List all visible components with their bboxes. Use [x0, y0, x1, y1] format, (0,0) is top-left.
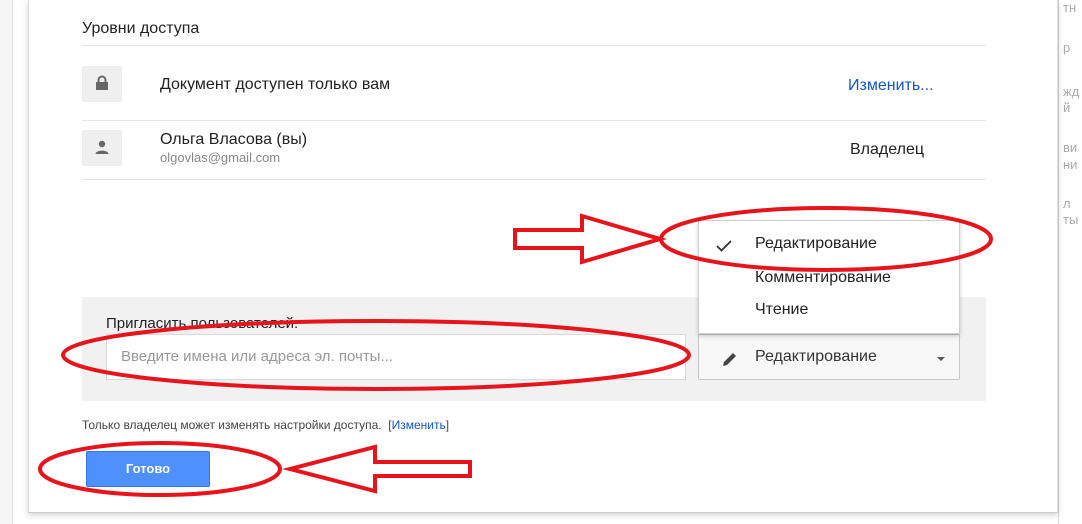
checkmark-icon: [716, 240, 732, 252]
menu-item-edit[interactable]: Редактирование: [755, 235, 877, 253]
background-document-edge: тн р жд й ви ни л ты: [1058, 0, 1082, 524]
person-icon: [95, 140, 109, 154]
access-level-text: Документ доступен только вам: [160, 76, 391, 93]
permission-dropdown-label: Редактирование: [755, 348, 877, 365]
menu-item-view[interactable]: Чтение: [755, 301, 808, 319]
background-text-fragment: жд: [1063, 84, 1080, 99]
background-text-fragment: тн: [1063, 0, 1077, 15]
change-settings-link[interactable]: Изменить: [392, 418, 446, 432]
background-text-fragment: ни: [1063, 157, 1078, 172]
person-icon-box: [82, 130, 122, 166]
owner-note-text: Только владелец может изменять настройки…: [82, 418, 382, 432]
lock-icon-box: [82, 66, 122, 102]
done-button[interactable]: Готово: [86, 451, 210, 487]
background-text-fragment: ви: [1063, 140, 1078, 155]
background-window-edge: [0, 0, 13, 524]
user-email: olgovlas@gmail.com: [160, 150, 281, 165]
divider: [82, 45, 986, 46]
user-name: Ольга Власова (вы): [160, 131, 308, 148]
background-text-fragment: й: [1063, 100, 1071, 115]
permission-dropdown-button[interactable]: Редактирование: [698, 334, 960, 380]
background-text-fragment: р: [1063, 40, 1071, 55]
lock-icon: [96, 75, 108, 90]
pencil-icon: [723, 353, 736, 366]
user-role: Владелец: [850, 141, 925, 158]
owner-note: Только владелец может изменять настройки…: [82, 418, 449, 432]
chevron-down-icon: [937, 357, 945, 361]
permission-menu: Редактирование Комментирование Чтение: [698, 220, 960, 334]
menu-item-comment[interactable]: Комментирование: [755, 269, 891, 287]
background-text-fragment: ты: [1063, 212, 1079, 227]
background-text-fragment: л: [1063, 196, 1071, 211]
change-access-link[interactable]: Изменить...: [848, 77, 934, 95]
divider: [82, 120, 986, 121]
divider: [82, 179, 986, 180]
invite-input[interactable]: Введите имена или адреса эл. почты...: [106, 334, 686, 380]
invite-label: Пригласить пользователей:: [106, 315, 299, 332]
section-title: Уровни доступа: [82, 20, 200, 37]
bracket: ]: [445, 418, 450, 432]
